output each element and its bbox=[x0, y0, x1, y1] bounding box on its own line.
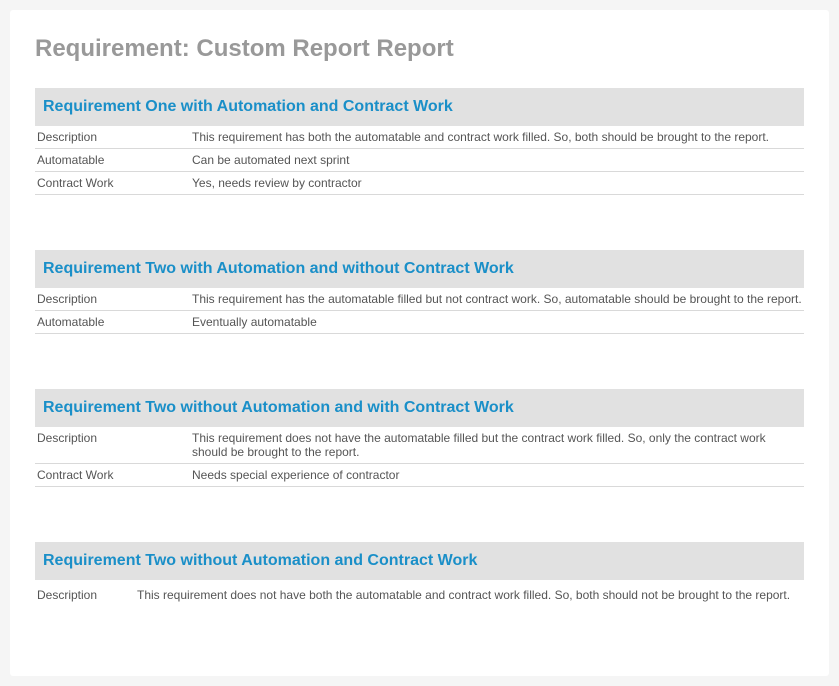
field-row-description: Description This requirement does not ha… bbox=[35, 427, 804, 464]
field-row-automatable: Automatable Eventually automatable bbox=[35, 311, 804, 334]
requirement-section: Requirement Two without Automation and C… bbox=[35, 542, 804, 606]
section-title: Requirement Two with Automation and with… bbox=[43, 260, 796, 278]
field-label: Automatable bbox=[37, 315, 192, 329]
field-value: This requirement has the automatable fil… bbox=[192, 292, 802, 306]
section-header: Requirement One with Automation and Cont… bbox=[35, 88, 804, 126]
field-row-description: Description This requirement does not ha… bbox=[35, 580, 804, 606]
field-row-description: Description This requirement has the aut… bbox=[35, 288, 804, 311]
section-header: Requirement Two without Automation and C… bbox=[35, 542, 804, 580]
field-label: Contract Work bbox=[37, 176, 192, 190]
field-value: Needs special experience of contractor bbox=[192, 468, 802, 482]
field-value: Eventually automatable bbox=[192, 315, 802, 329]
field-row-automatable: Automatable Can be automated next sprint bbox=[35, 149, 804, 172]
field-label: Contract Work bbox=[37, 468, 192, 482]
field-row-contract-work: Contract Work Needs special experience o… bbox=[35, 464, 804, 487]
field-label: Description bbox=[37, 130, 192, 144]
field-value: This requirement has both the automatabl… bbox=[192, 130, 802, 144]
section-title: Requirement One with Automation and Cont… bbox=[43, 98, 796, 116]
field-value: This requirement does not have the autom… bbox=[192, 431, 802, 459]
section-title: Requirement Two without Automation and C… bbox=[43, 552, 796, 570]
field-value: Yes, needs review by contractor bbox=[192, 176, 802, 190]
field-value: Can be automated next sprint bbox=[192, 153, 802, 167]
report-page: Requirement: Custom Report Report Requir… bbox=[10, 10, 829, 676]
requirement-section: Requirement One with Automation and Cont… bbox=[35, 88, 804, 195]
requirement-section: Requirement Two with Automation and with… bbox=[35, 250, 804, 334]
page-title: Requirement: Custom Report Report bbox=[35, 35, 804, 63]
section-header: Requirement Two without Automation and w… bbox=[35, 389, 804, 427]
requirement-section: Requirement Two without Automation and w… bbox=[35, 389, 804, 487]
field-row-contract-work: Contract Work Yes, needs review by contr… bbox=[35, 172, 804, 195]
field-label: Description bbox=[37, 292, 192, 306]
field-value: This requirement does not have both the … bbox=[137, 588, 802, 602]
field-label: Description bbox=[37, 588, 137, 602]
field-label: Description bbox=[37, 431, 192, 445]
section-header: Requirement Two with Automation and with… bbox=[35, 250, 804, 288]
section-title: Requirement Two without Automation and w… bbox=[43, 399, 796, 417]
field-row-description: Description This requirement has both th… bbox=[35, 126, 804, 149]
field-label: Automatable bbox=[37, 153, 192, 167]
